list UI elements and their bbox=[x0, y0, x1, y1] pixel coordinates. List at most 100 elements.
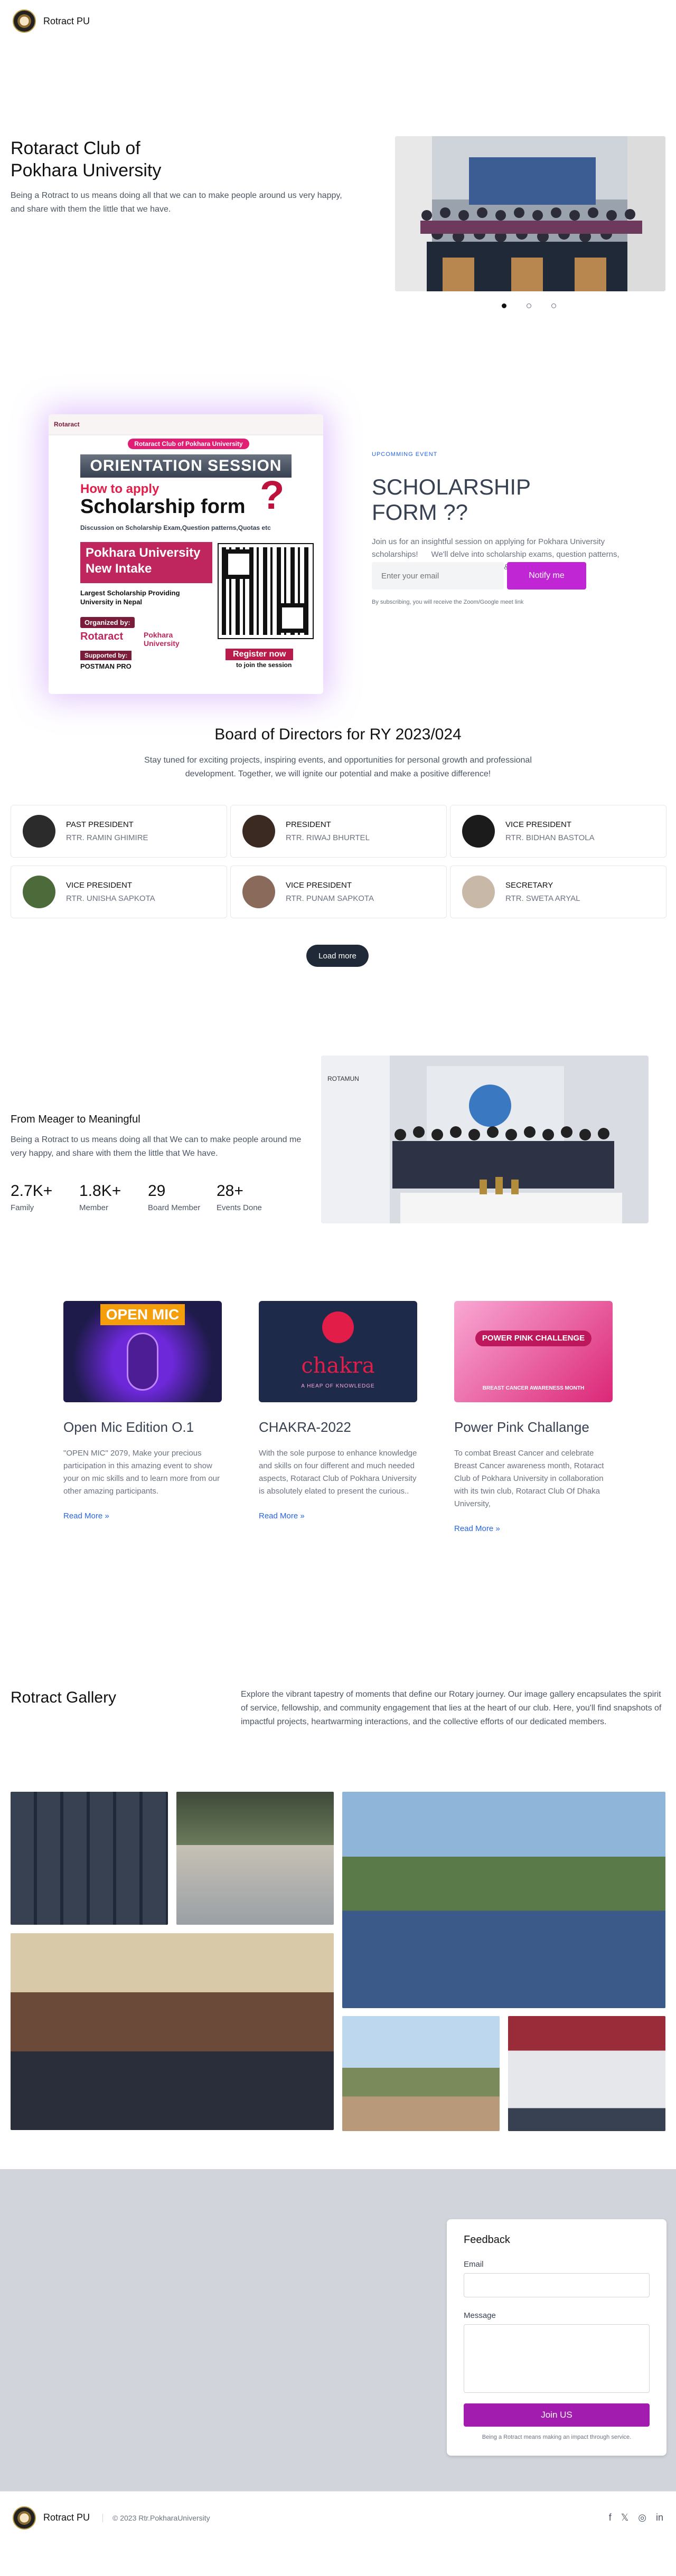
board-card[interactable]: VICE PRESIDENT RTR. PUNAM SAPKOTA bbox=[230, 866, 447, 918]
avatar bbox=[23, 815, 55, 848]
poster-how: How to apply bbox=[80, 482, 159, 496]
poster-header-rotaract: Rotaract bbox=[54, 421, 80, 428]
member-name: RTR. BIDHAN BASTOLA bbox=[505, 833, 595, 842]
feedback-email-field[interactable] bbox=[464, 2273, 650, 2297]
board-card[interactable]: SECRETARY RTR. SWETA ARYAL bbox=[450, 866, 666, 918]
stat-label: Member bbox=[79, 1203, 109, 1212]
event-title-line1: SCHOLARSHIP bbox=[372, 474, 531, 499]
member-role: VICE PRESIDENT bbox=[286, 881, 352, 890]
board-subtitle: Stay tuned for exciting projects, inspir… bbox=[144, 756, 532, 778]
thumb-title: POWER PINK CHALLENGE bbox=[475, 1330, 592, 1346]
feedback-message-field[interactable] bbox=[464, 2324, 650, 2393]
twitter-icon[interactable]: 𝕏 bbox=[621, 2512, 629, 2523]
thumb-title: OPEN MIC bbox=[100, 1304, 185, 1325]
site-footer: Rotract PU © 2023 Rtr.PokharaUniversity … bbox=[0, 2491, 676, 2544]
stat-value: 2.7K+ bbox=[11, 1182, 53, 1200]
load-more-button[interactable]: Load more bbox=[306, 945, 369, 967]
event-title: SCHOLARSHIP FORM ?? bbox=[372, 474, 646, 525]
thumb-subtitle: A HEAP OF KNOWLEDGE bbox=[301, 1383, 375, 1389]
gallery-title: Rotract Gallery bbox=[11, 1689, 117, 1706]
event-card-text: With the sole purpose to enhance knowled… bbox=[259, 1449, 417, 1496]
poster-discussion: Discussion on Scholarship Exam,Question … bbox=[80, 524, 271, 531]
board-card[interactable]: VICE PRESIDENT RTR. UNISHA SAPKOTA bbox=[11, 866, 227, 918]
hero-section: Rotaract Club of Pokhara University Bein… bbox=[0, 42, 676, 308]
avatar bbox=[462, 815, 495, 848]
thumb-subtitle: BREAST CANCER AWARENESS MONTH bbox=[482, 1385, 585, 1391]
poster-pu-intake: Pokhara University New Intake bbox=[80, 542, 212, 583]
poster-header: Rotaract bbox=[49, 414, 323, 435]
thumb-title: chakra bbox=[301, 1354, 375, 1378]
poster-pokhara-university: Pokhara University bbox=[144, 631, 180, 648]
hero-description: Being a Rotract to us means doing all th… bbox=[11, 191, 342, 214]
member-role: PRESIDENT bbox=[286, 820, 331, 829]
avatar bbox=[23, 876, 55, 908]
board-card[interactable]: PAST PRESIDENT RTR. RAMIN GHIMIRE bbox=[11, 805, 227, 858]
brand-name[interactable]: Rotract PU bbox=[43, 16, 90, 27]
facebook-icon[interactable]: f bbox=[609, 2512, 612, 2523]
stat-label: Board Member bbox=[148, 1203, 201, 1212]
email-label: Email bbox=[464, 2260, 484, 2269]
poster-qr-code bbox=[218, 543, 314, 639]
poster-pu-line1: Pokhara University bbox=[86, 546, 201, 560]
notify-button[interactable]: Notify me bbox=[507, 562, 586, 590]
stats-row: 2.7K+ Family 1.8K+ Member 29 Board Membe… bbox=[11, 1182, 285, 1212]
member-info: VICE PRESIDENT RTR. UNISHA SAPKOTA bbox=[66, 881, 155, 903]
upcoming-event-section: Rotaract Rotaract Club of Pokhara Univer… bbox=[0, 274, 676, 694]
stat-item: 28+ Events Done bbox=[217, 1182, 285, 1212]
event-card-text: "OPEN MIC" 2079, Make your precious part… bbox=[63, 1449, 220, 1496]
event-card-title: Power Pink Challange bbox=[454, 1419, 589, 1435]
event-thumbnail[interactable]: chakra A HEAP OF KNOWLEDGE bbox=[259, 1301, 417, 1402]
gallery-image[interactable] bbox=[342, 2016, 500, 2131]
member-info: VICE PRESIDENT RTR. BIDHAN BASTOLA bbox=[505, 820, 595, 842]
member-name: RTR. PUNAM SAPKOTA bbox=[286, 894, 374, 903]
about-description: Being a Rotract to us means doing all th… bbox=[11, 1135, 302, 1158]
feedback-section: Feedback Email Message Join US Being a R… bbox=[0, 2169, 676, 2491]
gallery-image[interactable] bbox=[508, 2016, 665, 2131]
page: Rotract PU Rotaract Club of Pokhara Univ… bbox=[0, 0, 676, 2544]
hero-carousel-image[interactable] bbox=[395, 136, 665, 291]
feedback-form: Feedback Email Message Join US Being a R… bbox=[447, 2219, 666, 2456]
board-section: Board of Directors for RY 2023/024 Stay … bbox=[0, 654, 676, 1013]
member-info: VICE PRESIDENT RTR. PUNAM SAPKOTA bbox=[286, 881, 374, 903]
stat-item: 1.8K+ Member bbox=[79, 1182, 148, 1212]
member-role: VICE PRESIDENT bbox=[505, 820, 572, 829]
read-more-link[interactable]: Read More » bbox=[259, 1512, 417, 1520]
email-input[interactable] bbox=[372, 562, 504, 590]
stat-item: 2.7K+ Family bbox=[11, 1182, 79, 1212]
poster-scholarship: Scholarship form bbox=[80, 496, 246, 518]
board-card[interactable]: PRESIDENT RTR. RIWAJ BHURTEL bbox=[230, 805, 447, 858]
message-label: Message bbox=[464, 2311, 496, 2320]
gallery-image[interactable] bbox=[342, 1792, 665, 2008]
event-thumbnail[interactable]: OPEN MIC bbox=[63, 1301, 222, 1402]
linkedin-icon[interactable]: in bbox=[656, 2512, 663, 2523]
board-title: Board of Directors for RY 2023/024 bbox=[214, 726, 462, 743]
feedback-title: Feedback bbox=[464, 2234, 510, 2246]
board-card[interactable]: VICE PRESIDENT RTR. BIDHAN BASTOLA bbox=[450, 805, 666, 858]
read-more-link[interactable]: Read More » bbox=[454, 1524, 613, 1533]
avatar bbox=[242, 815, 275, 848]
chakra-wheel-icon bbox=[322, 1311, 354, 1343]
group-photo-illustration bbox=[395, 136, 665, 291]
footer-brand[interactable]: Rotract PU bbox=[43, 2512, 90, 2523]
gallery-section: Rotract Gallery Explore the vibrant tape… bbox=[0, 1641, 676, 2169]
footer-logo[interactable] bbox=[13, 2506, 36, 2530]
club-logo[interactable] bbox=[13, 9, 36, 33]
instagram-icon[interactable]: ◎ bbox=[638, 2512, 646, 2523]
event-thumbnail[interactable]: POWER PINK CHALLENGE BREAST CANCER AWARE… bbox=[454, 1301, 613, 1402]
about-text: From Meager to Meaningful Being a Rotrac… bbox=[11, 1114, 306, 1161]
member-info: PRESIDENT RTR. RIWAJ BHURTEL bbox=[286, 820, 370, 842]
subscribe-note: By subscribing, you will receive the Zoo… bbox=[372, 599, 524, 605]
join-us-button[interactable]: Join US bbox=[464, 2403, 650, 2427]
gallery-image[interactable] bbox=[11, 1933, 334, 2130]
gallery-image[interactable] bbox=[176, 1792, 334, 1925]
gallery-image[interactable] bbox=[11, 1792, 168, 1925]
hero-title: Rotaract Club of Pokhara University bbox=[11, 137, 349, 182]
member-name: RTR. RAMIN GHIMIRE bbox=[66, 833, 148, 842]
poster-pill: Rotaract Club of Pokhara University bbox=[128, 439, 249, 449]
event-card: OPEN MIC Open Mic Edition O.1 "OPEN MIC"… bbox=[63, 1301, 222, 1520]
notify-form: Notify me bbox=[372, 562, 586, 590]
about-image-label: ROTAMUN bbox=[327, 1075, 359, 1082]
stat-value: 29 bbox=[148, 1182, 166, 1200]
member-info: SECRETARY RTR. SWETA ARYAL bbox=[505, 881, 580, 903]
read-more-link[interactable]: Read More » bbox=[63, 1512, 222, 1520]
